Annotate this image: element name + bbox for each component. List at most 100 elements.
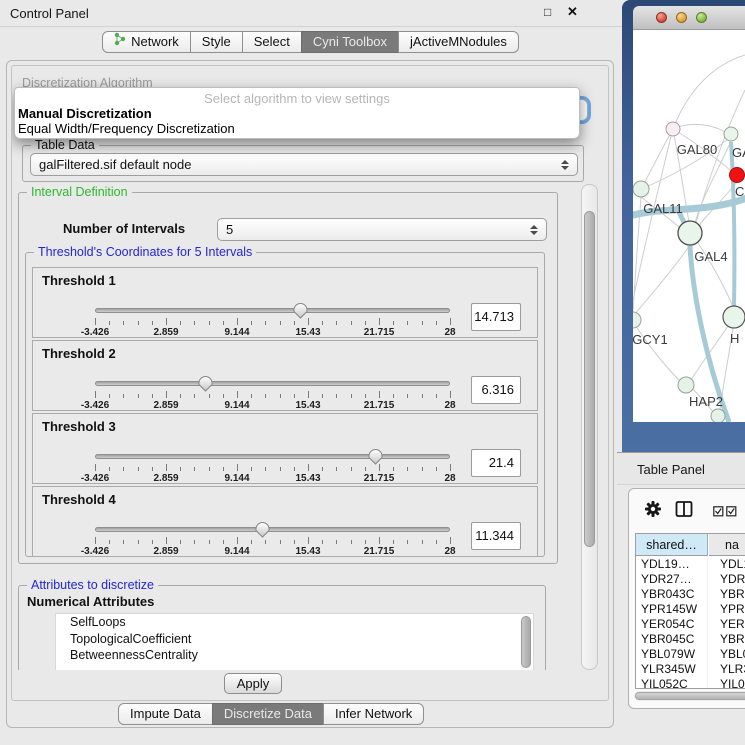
- attributes-list-scrollbar[interactable]: [520, 615, 532, 670]
- tick-mark: [280, 394, 281, 398]
- number-of-intervals-spinner[interactable]: 5: [217, 218, 547, 241]
- table-data-combo[interactable]: galFiltered.sif default node: [30, 153, 578, 176]
- slider-track[interactable]: [95, 454, 450, 459]
- tab-network[interactable]: Network: [102, 31, 191, 53]
- cell-name[interactable]: YBR0: [708, 587, 745, 602]
- network-node-gcy1[interactable]: [633, 312, 641, 328]
- cell-shared-name[interactable]: YBL079W: [636, 647, 708, 662]
- dropdown-prompt: Select algorithm to view settings: [15, 91, 579, 106]
- minimize-traffic-light[interactable]: [676, 12, 687, 23]
- tab-label: jActiveMNodules: [410, 32, 507, 52]
- network-node-gal11[interactable]: [633, 181, 649, 197]
- cell-shared-name[interactable]: YPR145W: [636, 602, 708, 617]
- spinner-arrows-icon: [530, 225, 538, 235]
- threshold-value-input[interactable]: 14.713: [471, 303, 521, 331]
- table-row[interactable]: YPR145WYPR1: [636, 602, 745, 617]
- tick-mark: [166, 391, 167, 398]
- tick-label: 21.715: [364, 327, 395, 338]
- tick-mark: [393, 467, 394, 471]
- slider-thumb[interactable]: [254, 521, 271, 538]
- tab-style[interactable]: Style: [190, 31, 243, 53]
- cell-name[interactable]: YLR3: [708, 662, 745, 677]
- table-horizontal-scrollbar[interactable]: [634, 691, 745, 701]
- network-node-gal80[interactable]: [666, 122, 680, 136]
- tick-mark: [180, 467, 181, 471]
- network-node-hap2[interactable]: [678, 377, 694, 393]
- checkbox-columns-icon[interactable]: [713, 504, 737, 522]
- tick-mark: [251, 540, 252, 544]
- tab-jactivemnodules[interactable]: jActiveMNodules: [398, 31, 519, 53]
- tick-label: 28: [444, 473, 455, 484]
- settings-scrollbar-thumb[interactable]: [584, 211, 595, 547]
- tick-mark: [152, 394, 153, 398]
- attribute-item-selfloops[interactable]: SelfLoops: [56, 614, 533, 631]
- close-icon[interactable]: ✕: [567, 4, 578, 20]
- network-canvas[interactable]: GAL80GACGAL11GAL4GCY1HHAP2: [633, 30, 745, 422]
- threshold-slider[interactable]: -3.4262.8599.14415.4321.71528: [95, 450, 450, 482]
- threshold-slider[interactable]: -3.4262.8599.14415.4321.71528: [95, 377, 450, 409]
- slider-thumb[interactable]: [367, 448, 384, 465]
- slider-thumb[interactable]: [197, 375, 214, 392]
- close-traffic-light[interactable]: [656, 12, 667, 23]
- network-node-red-selected[interactable]: [730, 168, 745, 183]
- dropdown-option-manual-discretization[interactable]: Manual Discretization: [18, 106, 152, 121]
- threshold-slider[interactable]: -3.4262.8599.14415.4321.71528: [95, 304, 450, 336]
- network-window-titlebar[interactable]: [633, 6, 745, 30]
- numerical-attributes-list[interactable]: SelfLoopsTopologicalCoefficientBetweenne…: [55, 613, 534, 670]
- table-row[interactable]: YBR045CYBR0: [636, 632, 745, 647]
- table-row[interactable]: YDL19…YDL1: [636, 557, 745, 572]
- bottom-tab-strip: Impute DataDiscretize DataInfer Network: [119, 703, 424, 725]
- cell-name[interactable]: YIL0: [708, 677, 745, 689]
- threshold-slider[interactable]: -3.4262.8599.14415.4321.71528: [95, 523, 450, 555]
- table-row[interactable]: YBL079WYBL0: [636, 647, 745, 662]
- tab-select[interactable]: Select: [242, 31, 302, 53]
- settings-vertical-scrollbar[interactable]: [581, 184, 598, 670]
- slider-track[interactable]: [95, 527, 450, 532]
- network-node-top-right[interactable]: [724, 127, 738, 141]
- tab-impute-data[interactable]: Impute Data: [118, 703, 213, 725]
- slider-thumb[interactable]: [292, 302, 309, 319]
- attribute-item-betweennesscentrality[interactable]: BetweennessCentrality: [56, 647, 533, 664]
- attributes-scrollbar-thumb[interactable]: [521, 616, 531, 668]
- zoom-traffic-light[interactable]: [696, 12, 707, 23]
- table-hscrollbar-thumb[interactable]: [635, 692, 745, 700]
- columns-icon[interactable]: [675, 500, 693, 523]
- table-row[interactable]: YIL052CYIL0: [636, 677, 745, 689]
- table-row[interactable]: YLR345WYLR3: [636, 662, 745, 677]
- cell-shared-name[interactable]: YDL19…: [636, 557, 708, 572]
- cell-shared-name[interactable]: YER054C: [636, 617, 708, 632]
- tab-infer-network[interactable]: Infer Network: [323, 703, 424, 725]
- cell-name[interactable]: YDL1: [708, 557, 745, 572]
- threshold-value-input[interactable]: 6.316: [471, 376, 521, 404]
- threshold-value-input[interactable]: 21.4: [471, 449, 521, 477]
- threshold-value-input[interactable]: 11.344: [471, 522, 521, 550]
- cell-shared-name[interactable]: YIL052C: [636, 677, 708, 689]
- cell-shared-name[interactable]: YDR27…: [636, 572, 708, 587]
- apply-button[interactable]: Apply: [224, 673, 282, 694]
- table-row[interactable]: YBR043CYBR0: [636, 587, 745, 602]
- cell-shared-name[interactable]: YLR345W: [636, 662, 708, 677]
- gear-icon[interactable]: [644, 500, 662, 523]
- network-node-gal4[interactable]: [678, 221, 702, 245]
- attribute-item-topologicalcoefficient[interactable]: TopologicalCoefficient: [56, 631, 533, 648]
- float-window-icon[interactable]: □: [544, 5, 551, 19]
- cell-name[interactable]: YER0: [708, 617, 745, 632]
- cell-name[interactable]: YBR0: [708, 632, 745, 647]
- table-header-shared-name[interactable]: shared…: [636, 534, 708, 556]
- table-header-name[interactable]: na: [709, 534, 745, 556]
- tab-cyni-toolbox[interactable]: Cyni Toolbox: [301, 31, 399, 53]
- cell-name[interactable]: YBL0: [708, 647, 745, 662]
- table-row[interactable]: YER054CYER0: [636, 617, 745, 632]
- slider-track[interactable]: [95, 381, 450, 386]
- tick-mark: [251, 394, 252, 398]
- network-node-right[interactable]: [723, 306, 745, 328]
- network-node-bottom[interactable]: [711, 409, 725, 422]
- table-row[interactable]: YDR27…YDR2: [636, 572, 745, 587]
- tab-discretize-data[interactable]: Discretize Data: [212, 703, 324, 725]
- cell-name[interactable]: YPR1: [708, 602, 745, 617]
- slider-track[interactable]: [95, 308, 450, 313]
- cell-shared-name[interactable]: YBR045C: [636, 632, 708, 647]
- cell-shared-name[interactable]: YBR043C: [636, 587, 708, 602]
- cell-name[interactable]: YDR2: [708, 572, 745, 587]
- dropdown-option-equal-width-frequency[interactable]: Equal Width/Frequency Discretization: [18, 121, 235, 136]
